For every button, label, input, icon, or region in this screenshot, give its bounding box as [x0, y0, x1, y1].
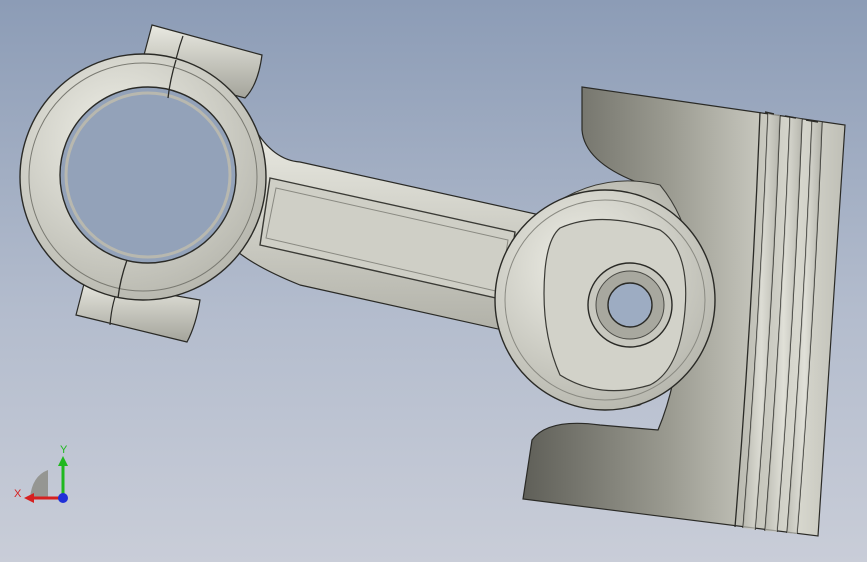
- model-view[interactable]: [0, 0, 867, 562]
- x-axis-arrowhead: [24, 493, 34, 503]
- orientation-triad: Y X: [14, 444, 68, 503]
- z-axis-dot: [58, 493, 68, 503]
- x-axis-label: X: [14, 488, 22, 500]
- wrist-pin-bore: [607, 282, 653, 328]
- y-axis-label: Y: [60, 444, 68, 456]
- connecting-rod[interactable]: [19, 24, 716, 411]
- y-axis-arrowhead: [58, 456, 68, 466]
- rod-big-end-bore: [59, 86, 237, 264]
- graphics-viewport[interactable]: Y X: [0, 0, 867, 562]
